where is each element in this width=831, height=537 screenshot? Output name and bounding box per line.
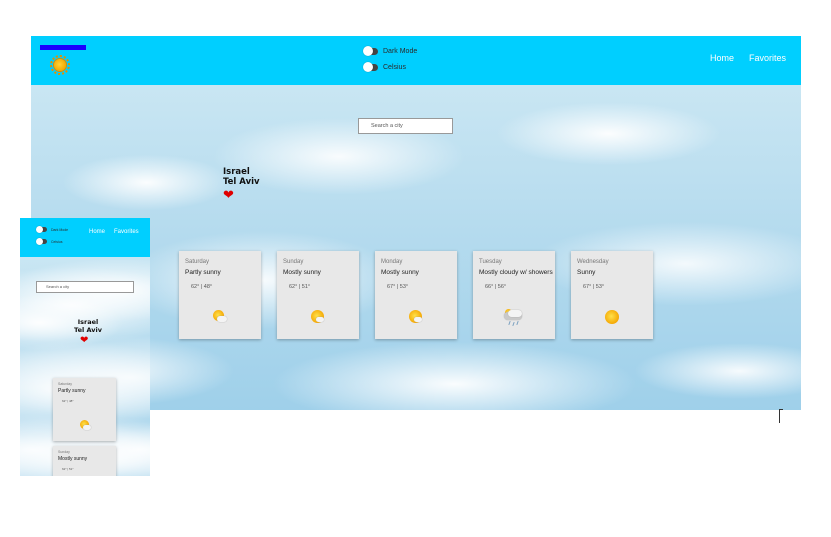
dark-mode-toggle[interactable]: Dark Mode xyxy=(363,46,418,56)
heart-icon[interactable]: ❤ xyxy=(223,188,234,201)
navbar: Dark Mode Celsius Home Favorites xyxy=(31,36,801,85)
forecast-temps: 62° | 51° xyxy=(289,284,311,290)
celsius-toggle[interactable]: Celsius xyxy=(36,238,63,245)
nav-favorites-link[interactable]: Favorites xyxy=(114,229,139,235)
forecast-card: Saturday Partly sunny 62° | 48° xyxy=(53,378,116,441)
mobile-main-content: Search a city Israel Tel Aviv ❤ Saturday… xyxy=(20,257,150,476)
search-input[interactable]: Search a city xyxy=(36,281,134,293)
location-heading: Israel Tel Aviv xyxy=(223,167,260,187)
toggle-switch[interactable] xyxy=(363,46,378,56)
forecast-card: Tuesday Mostly cloudy w/ showers 66° | 5… xyxy=(473,251,555,339)
forecast-temps: 62° | 48° xyxy=(191,284,213,290)
forecast-day: Saturday xyxy=(185,259,210,265)
forecast-description: Sunny xyxy=(577,269,596,276)
sun-icon[interactable] xyxy=(50,55,70,75)
brand-bar xyxy=(40,45,86,50)
forecast-card: Wednesday Sunny 67° | 53° xyxy=(571,251,653,339)
mostly-sunny-icon xyxy=(408,309,424,324)
forecast-temps: 66° | 56° xyxy=(485,284,507,290)
country-name: Israel xyxy=(223,167,250,177)
forecast-day: Saturday xyxy=(58,382,73,386)
bracket-mark xyxy=(779,409,783,423)
forecast-day: Sunday xyxy=(283,259,304,265)
forecast-temps: 67° | 53° xyxy=(387,284,409,290)
dark-mode-toggle[interactable]: Dark Mode xyxy=(36,226,69,233)
forecast-description: Mostly sunny xyxy=(283,269,321,276)
toggle-switch[interactable] xyxy=(36,226,47,233)
mostly-sunny-icon xyxy=(310,309,326,324)
forecast-description: Partly sunny xyxy=(58,388,86,394)
forecast-day: Tuesday xyxy=(479,259,502,265)
forecast-description: Mostly cloudy w/ showers xyxy=(479,269,553,276)
nav-favorites-link[interactable]: Favorites xyxy=(749,53,786,63)
mobile-view: Dark Mode Celsius Home Favorites Search … xyxy=(20,218,150,476)
partly-sunny-icon xyxy=(212,310,228,324)
forecast-card: Sunday Mostly sunny 62° | 51° xyxy=(277,251,359,339)
forecast-temps: 62° | 51° xyxy=(62,467,74,471)
mobile-navbar: Dark Mode Celsius Home Favorites xyxy=(20,218,150,257)
forecast-description: Partly sunny xyxy=(185,269,221,276)
search-input[interactable]: Search a city xyxy=(358,118,453,134)
dark-mode-label: Dark Mode xyxy=(51,227,69,232)
nav-home-link[interactable]: Home xyxy=(710,53,734,63)
forecast-description: Mostly sunny xyxy=(381,269,419,276)
forecast-temps: 62° | 48° xyxy=(62,399,74,403)
sunny-icon xyxy=(605,310,619,324)
forecast-day: Monday xyxy=(381,259,403,265)
partly-sunny-icon xyxy=(79,420,91,431)
celsius-label: Celsius xyxy=(383,64,406,71)
forecast-card: Saturday Partly sunny 62° | 48° xyxy=(179,251,261,339)
celsius-toggle[interactable]: Celsius xyxy=(363,62,406,72)
nav-home-link[interactable]: Home xyxy=(89,229,105,235)
toggle-switch[interactable] xyxy=(36,238,47,245)
celsius-label: Celsius xyxy=(51,239,63,244)
forecast-card: Sunday Mostly sunny 62° | 51° xyxy=(53,446,116,476)
dark-mode-label: Dark Mode xyxy=(383,48,418,55)
heart-icon[interactable]: ❤ xyxy=(80,336,88,346)
city-name: Tel Aviv xyxy=(74,325,102,334)
forecast-description: Mostly sunny xyxy=(58,456,88,462)
toggle-switch[interactable] xyxy=(363,62,378,72)
forecast-day: Wednesday xyxy=(577,259,609,265)
cloudy-showers-icon xyxy=(502,307,526,327)
forecast-card: Monday Mostly sunny 67° | 53° xyxy=(375,251,457,339)
forecast-temps: 67° | 53° xyxy=(583,284,605,290)
forecast-day: Sunday xyxy=(58,450,70,454)
location-heading: Israel Tel Aviv xyxy=(74,318,102,335)
city-name: Tel Aviv xyxy=(223,177,260,188)
